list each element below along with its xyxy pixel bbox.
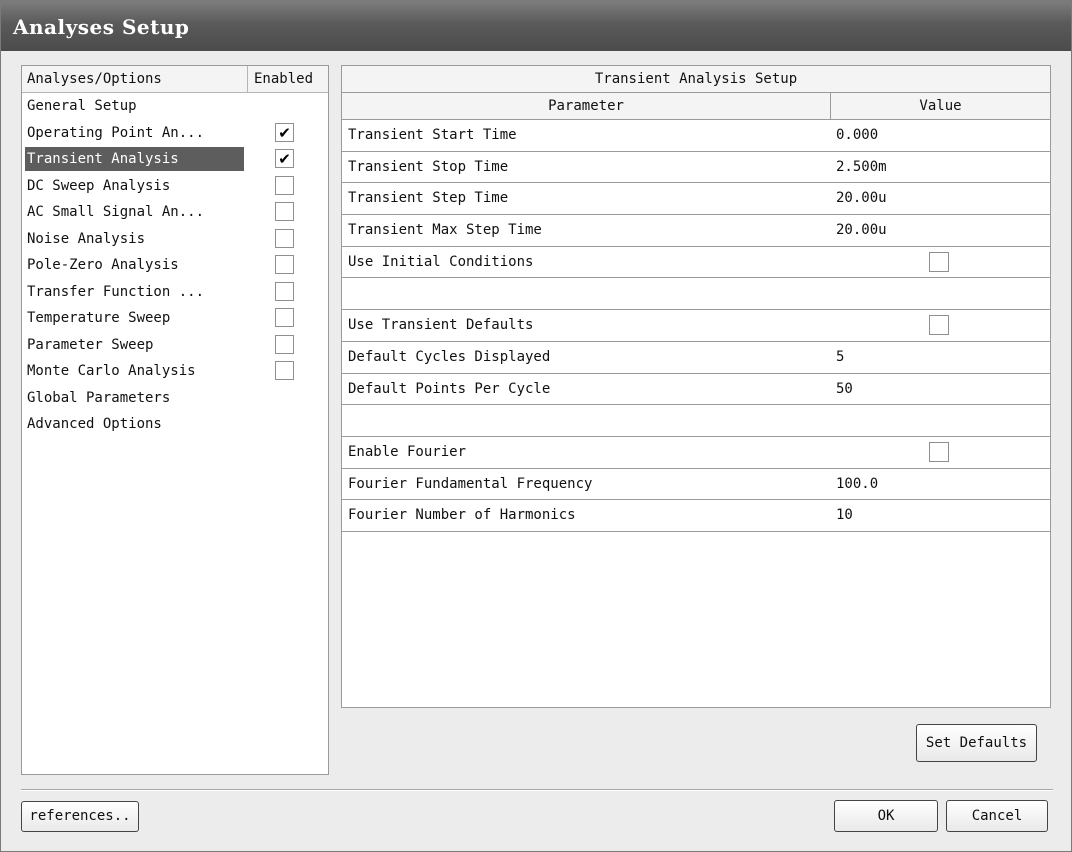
option-item[interactable]: Parameter Sweep: [22, 332, 328, 359]
option-item[interactable]: Advanced Options: [22, 411, 328, 438]
option-label: General Setup: [27, 98, 137, 114]
option-label: Pole-Zero Analysis: [27, 257, 179, 273]
dialog-title: Analyses Setup: [1, 1, 1071, 51]
parameter-value[interactable]: 0.000: [836, 120, 878, 151]
option-label: Noise Analysis: [27, 230, 146, 247]
grid-title: Transient Analysis Setup: [342, 66, 1050, 93]
parameter-value[interactable]: 5: [836, 342, 844, 373]
parameter-value[interactable]: 10: [836, 500, 853, 531]
option-item[interactable]: General Setup: [22, 93, 328, 120]
options-list-header: Analyses/Options Enabled: [22, 66, 328, 93]
setup-grid-panel: Transient Analysis Setup Parameter Value…: [341, 65, 1051, 708]
option-item[interactable]: Transfer Function ...: [22, 279, 328, 306]
parameter-value[interactable]: 100.0: [836, 469, 878, 500]
grid-row[interactable]: Transient Stop Time 2.500m: [342, 152, 1050, 184]
option-item[interactable]: DC Sweep Analysis: [22, 173, 328, 200]
set-defaults-button[interactable]: Set Defaults: [916, 724, 1037, 762]
parameter-name: Use Initial Conditions: [348, 253, 534, 270]
enabled-checkbox[interactable]: ✔: [275, 122, 294, 142]
parameter-value[interactable]: 20.00u: [836, 183, 887, 214]
grid-row[interactable]: Use Transient Defaults: [342, 310, 1050, 342]
parameter-checkbox[interactable]: [929, 315, 949, 336]
grid-row[interactable]: Default Points Per Cycle 50: [342, 374, 1050, 406]
cancel-button[interactable]: Cancel: [946, 800, 1048, 832]
grid-row[interactable]: Transient Max Step Time 20.00u: [342, 215, 1050, 247]
footer-separator: [21, 789, 1053, 791]
parameter-name: Default Points Per Cycle: [348, 380, 551, 397]
enabled-checkbox[interactable]: [275, 334, 294, 354]
set-defaults-label: Set Defaults: [925, 735, 1028, 751]
options-rows: General Setup Operating Point An... ✔ Trans…: [22, 93, 328, 438]
enabled-checkbox[interactable]: [275, 175, 294, 195]
column-header-enabled[interactable]: Enabled: [248, 66, 313, 92]
enabled-checkbox[interactable]: ✔: [275, 149, 294, 168]
column-header-value[interactable]: Value: [831, 93, 1050, 119]
grid-row[interactable]: Fourier Number of Harmonics 10: [342, 500, 1050, 532]
grid-column-headers: Parameter Value: [342, 93, 1050, 120]
option-label: Transient Analysis: [25, 147, 244, 171]
column-header-parameter[interactable]: Parameter: [342, 93, 831, 119]
enabled-checkbox[interactable]: [275, 281, 294, 301]
parameter-value[interactable]: 2.500m: [836, 152, 887, 183]
grid-row[interactable]: Transient Step Time 20.00u: [342, 183, 1050, 216]
grid-row[interactable]: Fourier Fundamental Frequency 100.0: [342, 469, 1050, 501]
option-label: Global Parameters: [27, 389, 171, 406]
analyses-setup-dialog: Analyses Setup Analyses/Options Enabled …: [0, 0, 1072, 852]
grid-row[interactable]: Transient Start Time 0.000: [342, 120, 1050, 152]
option-label: Monte Carlo Analysis: [27, 363, 196, 379]
enabled-checkbox[interactable]: [275, 255, 294, 274]
grid-rows: Transient Start Time 0.000 Transient Stop …: [342, 120, 1050, 532]
enabled-checkbox[interactable]: [275, 202, 294, 221]
ok-label: OK: [877, 808, 895, 824]
parameter-name: Transient Start Time: [348, 127, 517, 143]
option-item[interactable]: Monte Carlo Analysis: [22, 358, 328, 385]
analyses-options-list: Analyses/Options Enabled General Setup Op…: [21, 65, 329, 775]
parameter-value[interactable]: 20.00u: [836, 215, 887, 246]
parameter-name: Transient Max Step Time: [348, 222, 542, 239]
parameter-name: Enable Fourier: [348, 443, 467, 460]
parameter-name: Fourier Number of Harmonics: [348, 507, 576, 524]
column-header-options[interactable]: Analyses/Options: [22, 66, 248, 92]
option-label: Parameter Sweep: [27, 336, 154, 353]
parameter-checkbox[interactable]: [929, 251, 949, 272]
enabled-checkbox[interactable]: [275, 361, 294, 380]
grid-row[interactable]: Default Cycles Displayed 5: [342, 342, 1050, 374]
preferences-label: references..: [29, 808, 131, 824]
option-item[interactable]: Noise Analysis: [22, 226, 328, 253]
option-item[interactable]: Operating Point An... ✔: [22, 120, 328, 147]
option-label: Advanced Options: [27, 416, 162, 432]
option-label: Temperature Sweep: [27, 310, 171, 326]
parameter-name: Default Cycles Displayed: [348, 348, 551, 365]
preferences-button[interactable]: references..: [21, 801, 139, 832]
option-item[interactable]: Transient Analysis ✔: [22, 146, 328, 173]
checkmark-icon: ✔: [278, 150, 291, 168]
checkmark-icon: ✔: [278, 123, 291, 142]
parameter-name: Fourier Fundamental Frequency: [348, 475, 593, 492]
parameter-checkbox[interactable]: [929, 441, 949, 462]
option-label: DC Sweep Analysis: [27, 177, 171, 194]
parameter-value[interactable]: 50: [836, 374, 853, 405]
option-label: AC Small Signal An...: [27, 204, 205, 220]
grid-spacer-row: [342, 405, 1050, 437]
cancel-label: Cancel: [971, 808, 1023, 824]
option-item[interactable]: Temperature Sweep: [22, 305, 328, 332]
grid-row[interactable]: Enable Fourier: [342, 437, 1050, 469]
enabled-checkbox[interactable]: [275, 228, 294, 248]
option-item[interactable]: Pole-Zero Analysis: [22, 252, 328, 279]
ok-button[interactable]: OK: [834, 800, 938, 832]
option-label: Operating Point An...: [27, 124, 205, 141]
option-label: Transfer Function ...: [27, 283, 205, 300]
option-item[interactable]: Global Parameters: [22, 385, 328, 412]
parameter-name: Transient Step Time: [348, 190, 509, 207]
option-item[interactable]: AC Small Signal An...: [22, 199, 328, 226]
enabled-checkbox[interactable]: [275, 308, 294, 327]
parameter-name: Use Transient Defaults: [348, 317, 534, 334]
grid-spacer-row: [342, 278, 1050, 311]
parameter-name: Transient Stop Time: [348, 158, 509, 175]
grid-row[interactable]: Use Initial Conditions: [342, 247, 1050, 279]
